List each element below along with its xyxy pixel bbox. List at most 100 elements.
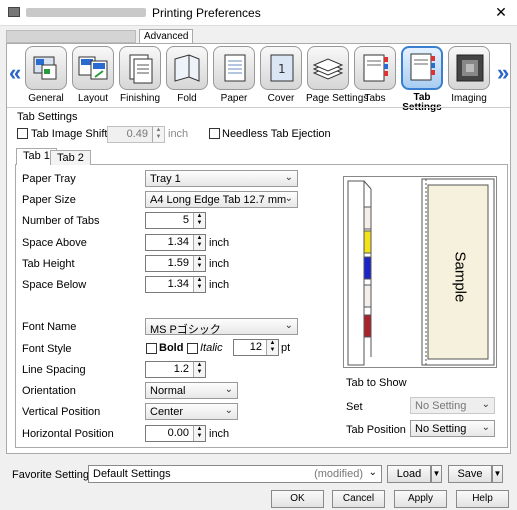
stepper-arrows-icon[interactable]: ▲ ▼ [193,213,205,228]
vertical-position-value: Center [150,406,184,418]
font-name-select[interactable]: MS Pゴシック ⌄ [145,318,298,336]
window-title: Printing Preferences [152,6,261,20]
stepper-arrows-icon[interactable]: ▲ ▼ [193,256,205,271]
page-settings-icon [307,46,349,90]
chevron-down-icon: ⌄ [224,384,233,395]
tab-position-select[interactable]: No Setting ⌄ [410,420,495,437]
finishing-icon [119,46,161,90]
toolbar-imaging[interactable]: Imaging [447,46,491,104]
line-spacing-value: 1.2 [173,363,189,375]
tab-height-stepper[interactable]: 1.59 ▲ ▼ [145,255,206,272]
stepper-arrows-icon[interactable]: ▲ ▼ [193,277,205,292]
vertical-position-select[interactable]: Center ⌄ [145,403,238,420]
toolbar-layout[interactable]: Layout [71,46,115,104]
tab-redacted[interactable] [6,30,136,43]
toolbar-finishing[interactable]: Finishing [118,46,162,104]
save-dropdown-icon[interactable]: ▼ [492,465,503,483]
space-below-value: 1.34 [167,278,189,290]
number-of-tabs-stepper[interactable]: 5 ▲ ▼ [145,212,206,229]
orientation-select[interactable]: Normal ⌄ [145,382,238,399]
needless-tab-ejection-label: Needless Tab Ejection [222,128,331,140]
toolbar-label: Imaging [451,93,487,104]
space-above-value: 1.34 [167,236,189,248]
line-spacing-stepper[interactable]: 1.2 ▲ ▼ [145,361,206,378]
space-above-label: Space Above [22,237,87,249]
space-below-stepper[interactable]: 1.34 ▲ ▼ [145,276,206,293]
load-button[interactable]: Load [387,465,431,483]
preview-tab [363,314,372,338]
paper-size-label: Paper Size [22,194,76,206]
printer-name-redacted [26,8,146,17]
toolbar-page-settings[interactable]: Page Settings [306,46,368,104]
stepper-arrows-icon[interactable]: ▲ ▼ [266,340,278,355]
stepper-arrows-icon[interactable]: ▲ ▼ [193,426,205,441]
title-bar: Printing Preferences ✕ [0,0,517,26]
font-name-label: Font Name [22,321,77,333]
cancel-button[interactable]: Cancel [332,490,385,508]
svg-text:1: 1 [278,62,286,76]
unit-inch: inch [209,258,230,270]
fold-icon [166,46,208,90]
tab-image-shift-stepper[interactable]: 0.49 ▲ ▼ [107,126,165,143]
orientation-value: Normal [150,385,186,397]
chevron-down-icon: ⌄ [481,422,490,433]
tab-to-show-heading: Tab to Show [346,377,407,389]
toolbar-label: Finishing [119,93,161,104]
tab-settings-heading: Tab Settings [17,111,78,123]
toolbar-cover[interactable]: 1 Cover [259,46,303,104]
font-size-value: 12 [249,341,262,353]
paper-tray-label: Paper Tray [22,173,76,185]
scroll-right-icon[interactable]: » [497,60,509,86]
apply-button[interactable]: Apply [394,490,447,508]
toolbar-paper[interactable]: Paper [212,46,256,104]
close-button[interactable]: ✕ [493,4,509,21]
separator [7,107,510,108]
italic-checkbox[interactable] [187,343,198,357]
chevron-down-icon: ⌄ [284,193,293,204]
preview-tab [363,230,372,254]
paper-icon [213,46,255,90]
toolbar-label: Paper [220,93,248,104]
preview-tab [363,284,372,308]
tab-image-shift-checkbox[interactable] [17,128,28,142]
needless-tab-ejection-checkbox[interactable] [209,128,220,142]
set-value: No Setting [415,400,467,412]
toolbar-general[interactable]: General [24,46,68,104]
toolbar-fold[interactable]: Fold [165,46,209,104]
horizontal-position-value: 0.00 [167,427,189,439]
preview-sample-text: Sample [451,251,469,303]
favorite-setting-select[interactable]: Default Settings (modified) ⌄ [88,465,382,483]
save-button[interactable]: Save [448,465,492,483]
inner-tab-2[interactable]: Tab 2 [50,150,91,165]
tab-height-value: 1.59 [167,257,189,269]
space-above-stepper[interactable]: 1.34 ▲ ▼ [145,234,206,251]
horizontal-position-stepper[interactable]: 0.00 ▲ ▼ [145,425,206,442]
help-button[interactable]: Help [456,490,509,508]
vertical-position-label: Vertical Position [22,406,101,418]
stepper-arrows-icon[interactable]: ▲ ▼ [193,362,205,377]
toolbar-label: Tab Settings [402,92,441,113]
set-select[interactable]: No Setting ⌄ [410,397,495,414]
stepper-arrows-icon[interactable]: ▲ ▼ [193,235,205,250]
bold-checkbox[interactable] [146,343,157,357]
tab-advanced[interactable]: Advanced [139,29,194,44]
paper-tray-value: Tray 1 [150,173,181,185]
tab-image-shift-label: Tab Image Shift [31,128,108,140]
preview-tab [363,206,372,230]
font-size-stepper[interactable]: 12 ▲ ▼ [233,339,279,356]
ok-button[interactable]: OK [271,490,324,508]
toolbar-tab-settings[interactable]: Tab Settings [400,46,444,113]
stepper-arrows-icon[interactable]: ▲ ▼ [152,127,164,142]
tab-settings-icon [401,46,443,90]
number-of-tabs-label: Number of Tabs [22,215,100,227]
load-dropdown-icon[interactable]: ▼ [431,465,442,483]
scroll-left-icon[interactable]: « [9,60,21,86]
paper-tray-select[interactable]: Tray 1 ⌄ [145,170,298,187]
paper-size-select[interactable]: A4 Long Edge Tab 12.7 mm ⌄ [145,191,298,208]
toolbar-tabs[interactable]: Tabs [353,46,397,104]
printer-icon [8,7,20,17]
toolbar-label: Cover [267,93,295,104]
toolbar-label: Fold [177,93,197,104]
space-below-label: Space Below [22,279,87,291]
modified-indicator: (modified) [314,468,363,480]
